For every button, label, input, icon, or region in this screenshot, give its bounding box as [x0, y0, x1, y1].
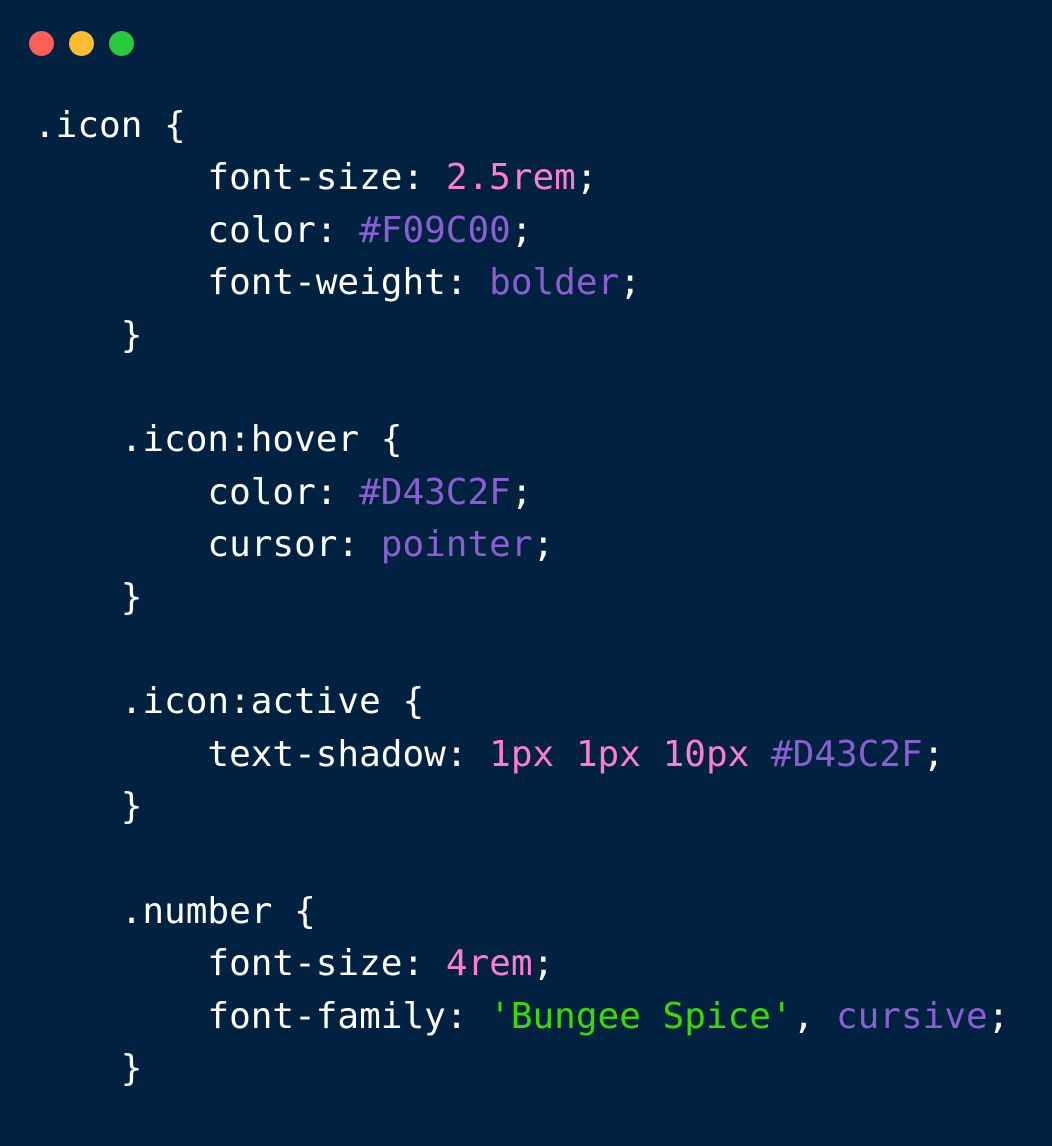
code-block: .icon { font-size: 2.5rem; color: #F09C0…: [34, 100, 1009, 1095]
code-token-plain: }: [34, 314, 143, 356]
code-token-kw: cursive: [835, 995, 988, 1037]
code-line: font-family: 'Bungee Spice', cursive;: [34, 991, 1009, 1043]
code-token-plain: }: [34, 786, 143, 828]
code-token-hex: #F09C00: [359, 209, 511, 251]
code-token-plain: ;: [510, 471, 533, 513]
code-token-plain: ;: [510, 209, 533, 251]
code-token-plain: font-size:: [34, 943, 446, 985]
code-token-num: 1px: [489, 733, 555, 775]
code-line: cursor: pointer;: [34, 519, 1009, 571]
code-line: .icon:active {: [34, 676, 1009, 728]
code-token-num: 1px: [575, 733, 641, 775]
code-token-plain: .number {: [34, 890, 316, 932]
code-token-num: 10px: [662, 733, 750, 775]
code-token-plain: color:: [34, 471, 360, 513]
code-token-plain: .icon:hover {: [34, 419, 403, 461]
code-line: font-size: 4rem;: [34, 938, 1009, 990]
code-token-plain: font-family:: [34, 995, 490, 1037]
code-line: font-size: 2.5rem;: [34, 152, 1009, 204]
code-line: color: #D43C2F;: [34, 467, 1009, 519]
close-button[interactable]: [29, 31, 54, 56]
code-token-hex: #D43C2F: [359, 471, 511, 513]
code-line: }: [34, 1043, 1009, 1095]
code-window: .icon { font-size: 2.5rem; color: #F09C0…: [0, 0, 1052, 1146]
code-token-plain: ;: [922, 733, 945, 775]
code-token-plain: ;: [575, 157, 598, 199]
code-token-plain: }: [34, 1048, 143, 1090]
code-token-num: 4rem: [445, 943, 533, 985]
code-token-plain: .icon:active {: [34, 681, 425, 723]
code-token-plain: .icon {: [34, 105, 186, 146]
code-token-plain: color:: [34, 209, 360, 251]
window-controls: [29, 31, 134, 56]
code-token-plain: font-size:: [34, 157, 446, 199]
code-token-plain: }: [34, 576, 143, 618]
code-line: }: [34, 572, 1009, 624]
maximize-button[interactable]: [109, 31, 134, 56]
code-token-plain: ;: [532, 943, 555, 985]
code-line: .icon:hover {: [34, 414, 1009, 466]
code-token-plain: text-shadow:: [34, 733, 490, 775]
code-token-plain: font-weight:: [34, 262, 490, 304]
code-token-hex: #D43C2F: [770, 733, 923, 775]
code-line: .icon {: [34, 100, 1009, 152]
code-token-num: 2.5rem: [445, 157, 576, 199]
code-token-plain: ;: [532, 524, 555, 566]
code-line: .number {: [34, 886, 1009, 938]
code-line: }: [34, 781, 1009, 833]
code-token-kw: pointer: [380, 524, 533, 566]
minimize-button[interactable]: [69, 31, 94, 56]
code-token-plain: ;: [987, 995, 1010, 1037]
code-line: text-shadow: 1px 1px 10px #D43C2F;: [34, 729, 1009, 781]
code-token-str: 'Bungee Spice': [489, 995, 793, 1037]
code-token-kw: bolder: [489, 262, 620, 304]
code-line: font-weight: bolder;: [34, 257, 1009, 309]
code-token-plain: cursor:: [34, 524, 381, 566]
code-line: }: [34, 310, 1009, 362]
code-line: color: #F09C00;: [34, 205, 1009, 257]
code-token-plain: ;: [619, 262, 641, 304]
code-token-plain: ,: [792, 995, 836, 1037]
